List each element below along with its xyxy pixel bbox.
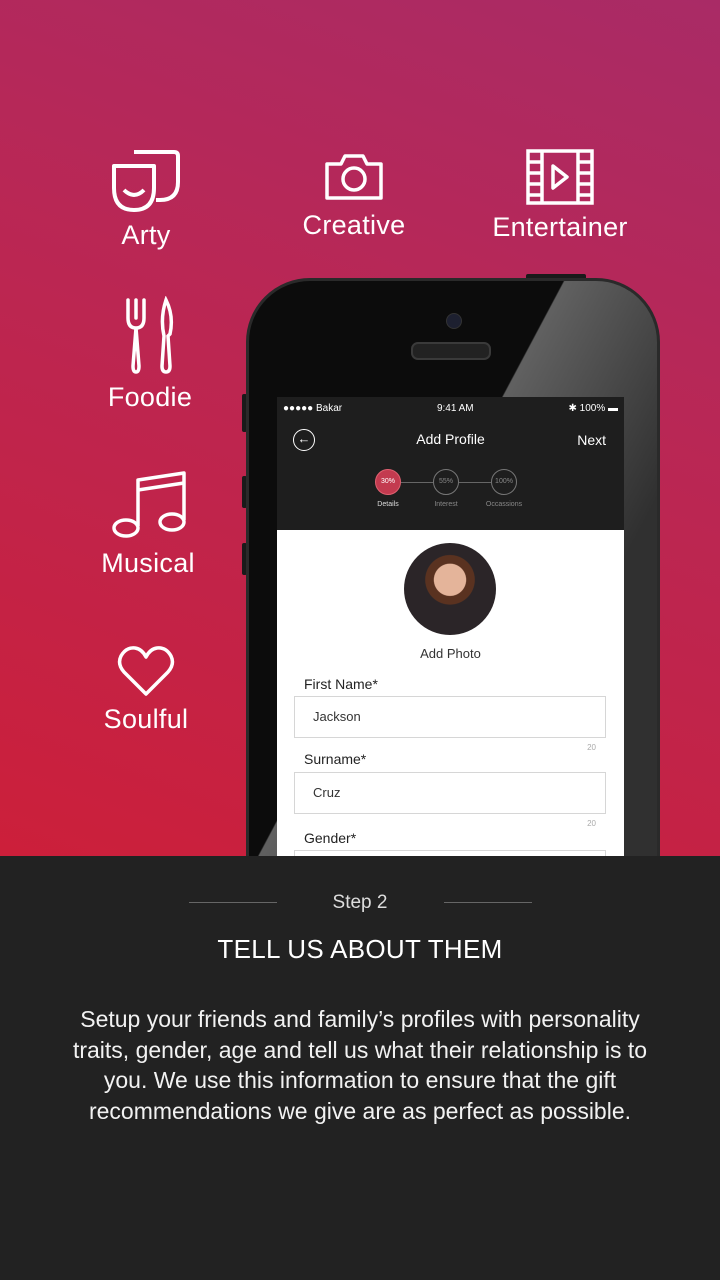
phone-speaker — [411, 342, 491, 360]
screen-title: Add Profile — [416, 431, 485, 447]
step-label: Details — [377, 501, 399, 508]
app-nav-bar: ●●●●● Bakar 9:41 AM ✱ 100% ▬ ← Add Profi… — [277, 397, 624, 530]
trait-soulful: Soulful — [46, 644, 246, 735]
progress-steps: 30% 55% 100% Details Interest Occassions — [375, 469, 525, 509]
divider-right — [444, 902, 532, 903]
trait-foodie: Foodie — [50, 296, 250, 413]
first-name-field[interactable]: Jackson — [294, 696, 606, 738]
battery-status: ✱ 100% ▬ — [568, 403, 618, 414]
trait-label: Arty — [121, 220, 171, 250]
surname-label: Surname* — [304, 751, 367, 767]
heart-icon — [117, 646, 175, 696]
status-bar: ●●●●● Bakar 9:41 AM ✱ 100% ▬ — [283, 403, 618, 414]
phone-screen: ●●●●● Bakar 9:41 AM ✱ 100% ▬ ← Add Profi… — [277, 397, 624, 856]
step-connector — [459, 482, 491, 483]
surname-field[interactable]: Cruz — [294, 772, 606, 814]
info-panel: Step 2 TELL US ABOUT THEM Setup your fri… — [0, 856, 720, 1280]
panel-description: Setup your friends and family’s profiles… — [72, 1006, 648, 1124]
status-time: 9:41 AM — [436, 403, 474, 414]
step-label: Interest — [434, 501, 458, 508]
gender-label: Gender* — [304, 830, 357, 846]
music-notes-icon — [112, 471, 186, 538]
cutlery-icon — [126, 296, 174, 374]
film-icon — [526, 149, 594, 205]
phone-camera — [446, 313, 462, 329]
battery-percent: 100% — [579, 403, 606, 414]
first-name-counter: 20 — [587, 743, 596, 752]
trait-musical: Musical — [48, 470, 248, 579]
panel-headline: TELL US ABOUT THEM — [217, 934, 503, 964]
trait-label: Foodie — [107, 382, 193, 412]
step-details[interactable]: 30% — [375, 469, 401, 495]
step-indicator: Step 2 — [332, 892, 388, 913]
next-button[interactable]: Next — [577, 432, 606, 448]
step-occasions[interactable]: 100% — [491, 469, 517, 495]
surname-counter: 20 — [587, 819, 596, 828]
step-label: Occassions — [485, 501, 523, 508]
trait-creative: Creative — [254, 148, 454, 241]
trait-label: Entertainer — [492, 212, 628, 242]
step-interest[interactable]: 55% — [433, 469, 459, 495]
carrier-signal: ●●●●● Bakar — [283, 403, 343, 414]
camera-icon — [325, 154, 383, 200]
add-photo-link[interactable]: Add Photo — [277, 646, 624, 661]
profile-photo-avatar[interactable] — [404, 543, 496, 635]
masks-icon — [112, 150, 180, 212]
step-connector — [401, 482, 433, 483]
trait-entertainer: Entertainer — [460, 148, 660, 243]
trait-label: Soulful — [103, 704, 189, 734]
onboarding-page: Arty Creative Entertainer Foodie Musical… — [0, 0, 720, 1280]
first-name-label: First Name* — [304, 676, 378, 692]
trait-label: Musical — [101, 548, 195, 578]
trait-arty: Arty — [46, 148, 246, 251]
trait-label: Creative — [302, 210, 406, 240]
